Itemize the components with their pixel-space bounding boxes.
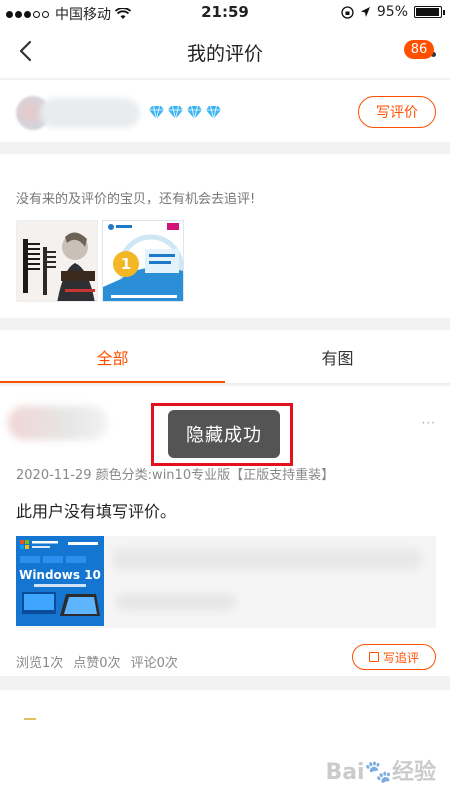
page-title: 我的评价: [186, 43, 263, 65]
comment-count: 评论0次: [130, 656, 178, 671]
next-reviewer-avatar: [24, 718, 36, 720]
watermark-logo: Bai🐾经验: [325, 760, 436, 785]
review-more-icon[interactable]: ···: [422, 416, 436, 430]
nav-bar: 我的评价 86: [0, 26, 450, 78]
diamond-icon: [187, 105, 202, 120]
battery-percent: 95%: [376, 4, 408, 20]
edit-icon: [368, 652, 379, 662]
user-info: 写评价: [0, 80, 450, 142]
review-filter-tabs: 全部 有图: [0, 330, 450, 384]
pending-review-section: 没有来的及评价的宝贝，还有机会去追评! 1: [0, 154, 450, 318]
status-bar: 中国移动 21:59 95%: [0, 0, 450, 26]
view-count: 浏览1次: [16, 656, 64, 671]
product-link[interactable]: Windows 10: [16, 536, 436, 628]
review-stats: 浏览1次 点赞0次 评论0次: [16, 652, 178, 671]
message-count-badge: 86: [404, 40, 434, 59]
review-text: 此用户没有填写评价。: [16, 502, 177, 521]
follow-up-label: 写追评: [382, 650, 419, 665]
tab-with-photos[interactable]: 有图: [225, 330, 450, 384]
diamond-icon: [168, 105, 183, 120]
write-review-button[interactable]: 写评价: [358, 96, 436, 128]
orientation-lock-icon: [341, 5, 354, 19]
battery-icon: [414, 6, 445, 18]
more-options-button[interactable]: 86: [404, 40, 442, 66]
reputation-level: [148, 104, 222, 121]
diamond-icon: [149, 105, 164, 120]
active-tab-indicator: [0, 381, 225, 383]
product-price-redacted: [116, 594, 236, 610]
location-arrow-icon: [360, 7, 370, 17]
follow-up-review-button[interactable]: 写追评: [352, 644, 436, 670]
tab-all[interactable]: 全部: [0, 330, 225, 384]
annotation-highlight-box: [151, 403, 293, 466]
chevron-left-icon: [19, 40, 32, 62]
comb-product-image: [17, 221, 97, 301]
recharge-amount-badge: 1: [113, 251, 139, 277]
product-thumbnail: Windows 10: [16, 536, 104, 626]
back-button[interactable]: [12, 34, 42, 68]
product-thumb-title: Windows 10: [19, 568, 101, 582]
username-redacted: [40, 98, 140, 128]
review-meta: 2020-11-29 颜色分类:win10专业版【正版支持重装】: [16, 468, 335, 483]
reviewer-redacted: [8, 406, 108, 440]
product-title-redacted: [112, 548, 422, 570]
pending-item-thumbnail[interactable]: 1: [102, 220, 184, 302]
diamond-icon: [206, 105, 221, 120]
pending-review-hint: 没有来的及评价的宝贝，还有机会去追评!: [16, 192, 256, 207]
like-count: 点赞0次: [73, 656, 121, 671]
pending-item-thumbnail[interactable]: [16, 220, 98, 302]
